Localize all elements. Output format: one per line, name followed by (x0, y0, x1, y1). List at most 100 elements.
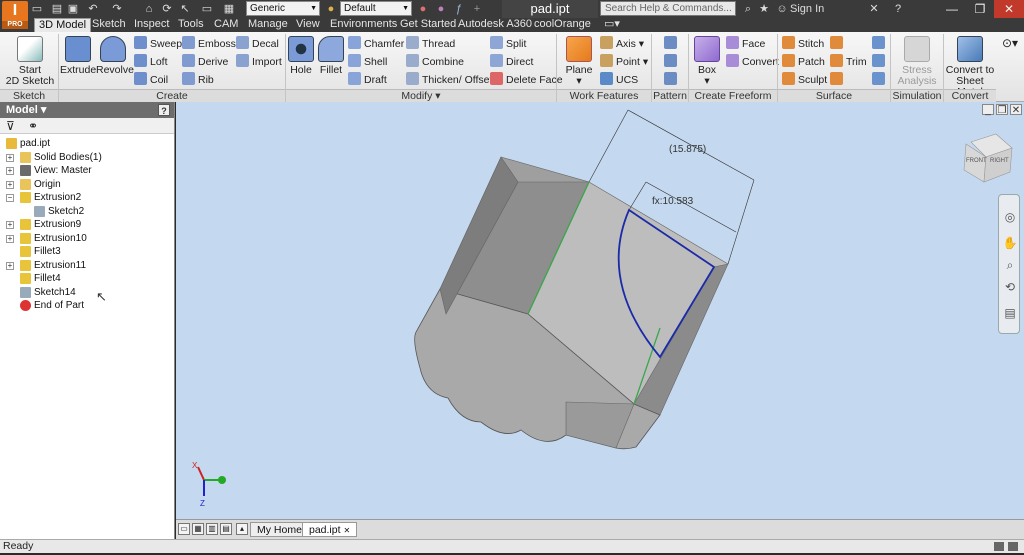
expand-icon[interactable]: + (6, 261, 14, 270)
binoculars-icon[interactable]: ⌕ (740, 1, 756, 17)
axis-button[interactable]: Axis ▾ (600, 36, 644, 51)
user-icon[interactable]: ☺ (774, 1, 790, 17)
ribbon-options-icon[interactable]: ▭▾ (600, 18, 624, 32)
sign-in-link[interactable]: Sign In (790, 2, 824, 16)
graphics-viewport[interactable]: _ ❐ ✕ X Z (15.875) fx:10.583 FRONT RIGHT… (176, 102, 1024, 519)
expand-icon[interactable]: + (6, 180, 14, 189)
start-2d-sketch-button[interactable]: Start 2D Sketch (4, 36, 56, 87)
doc-tab-my-home[interactable]: My Home (250, 522, 309, 537)
tree-item[interactable]: + Extrusion11 (0, 259, 174, 273)
tab-3d-model[interactable]: 3D Model (34, 18, 92, 32)
tab-get-started[interactable]: Get Started (396, 18, 460, 32)
face-button[interactable]: Face (726, 36, 765, 51)
doc-list-icon[interactable]: ▴ (236, 523, 248, 535)
chamfer-button[interactable]: Chamfer (348, 36, 404, 51)
extrude-button[interactable]: Extrude (60, 36, 96, 76)
cascade-icon[interactable]: ▤ (220, 523, 232, 535)
fit-mesh-face-button[interactable] (872, 72, 888, 87)
minimize-button[interactable]: — (938, 0, 966, 18)
tile-vertical-icon[interactable]: ▥ (206, 523, 218, 535)
parameters-icon[interactable]: ƒ (452, 2, 466, 16)
hole-button[interactable]: Hole (288, 36, 314, 76)
collapse-icon[interactable]: − (6, 194, 14, 202)
update-icon[interactable]: ⟳ (160, 2, 174, 16)
tab-coolorange[interactable]: coolOrange (530, 18, 595, 32)
browser-help-icon[interactable]: ? (158, 104, 170, 116)
zoom-icon[interactable]: ⌕ (1002, 257, 1018, 273)
application-menu-button[interactable]: I PRO (2, 1, 28, 29)
ruled-surface-button[interactable] (830, 36, 846, 51)
ucs-button[interactable]: UCS (600, 72, 638, 87)
find-binoculars-icon[interactable]: ⚭ (28, 119, 38, 133)
isolate-icon[interactable]: ▦ (222, 2, 236, 16)
stitch-button[interactable]: Stitch (782, 36, 824, 51)
new-file-icon[interactable]: ▭ (30, 2, 44, 16)
thicken-offset-button[interactable]: Thicken/ Offset (406, 72, 492, 87)
patch-button[interactable]: Patch (782, 54, 825, 69)
filter-icon[interactable]: ⊽ (6, 119, 15, 133)
combine-button[interactable]: Combine (406, 54, 464, 69)
repair-bodies-button[interactable] (872, 54, 888, 69)
expand-icon[interactable]: + (6, 153, 14, 162)
adjust-appearance-icon[interactable]: ● (434, 2, 448, 16)
save-icon[interactable]: ▣ (66, 2, 80, 16)
circular-pattern-button[interactable] (664, 54, 680, 69)
sculpt-button[interactable]: Sculpt (782, 72, 827, 87)
clear-appearance-icon[interactable]: ● (416, 2, 430, 16)
expand-icon[interactable]: + (6, 234, 14, 243)
pan-icon[interactable]: ✋ (1002, 235, 1018, 251)
sweep-button[interactable]: Sweep (134, 36, 182, 51)
home-icon[interactable]: ⌂ (142, 2, 156, 16)
star-icon[interactable]: ★ (756, 1, 772, 17)
redo-icon[interactable]: ↷ (110, 2, 124, 16)
tile-horizontal-icon[interactable]: ▭ (178, 523, 190, 535)
open-file-icon[interactable]: ▤ (50, 2, 64, 16)
emboss-button[interactable]: Emboss (182, 36, 236, 51)
coil-button[interactable]: Coil (134, 72, 168, 87)
select-icon[interactable]: ↖ (178, 2, 192, 16)
appearance-combo[interactable]: Default ▼ (340, 1, 412, 16)
exchange-icon[interactable]: ✕ (866, 1, 882, 17)
derive-button[interactable]: Derive (182, 54, 228, 69)
tab-tools[interactable]: Tools (174, 18, 208, 32)
expand-icon[interactable]: + (6, 167, 14, 175)
tree-item[interactable]: + View: Master (0, 164, 174, 178)
tree-item[interactable]: End of Part (0, 299, 174, 313)
dimension-outer-value[interactable]: (15.875) (669, 144, 706, 155)
doc-tab-pad-ipt[interactable]: pad.ipt ✕ (302, 522, 358, 537)
tree-item[interactable]: Fillet3 (0, 245, 174, 259)
orbit-icon[interactable]: ⟲ (1002, 279, 1018, 295)
help-search-input[interactable]: Search Help & Commands... (600, 1, 736, 16)
tab-manage[interactable]: Manage (244, 18, 292, 32)
convert-freeform-button[interactable]: Convert (726, 54, 779, 69)
tree-item[interactable]: Sketch2 (0, 205, 174, 219)
tab-inspect[interactable]: Inspect (130, 18, 173, 32)
thread-button[interactable]: Thread (406, 36, 455, 51)
expand-icon[interactable]: + (6, 221, 14, 229)
mirror-button[interactable] (664, 72, 680, 87)
restore-button[interactable]: ❐ (966, 0, 994, 18)
tree-item[interactable]: Sketch14 (0, 286, 174, 300)
loft-button[interactable]: Loft (134, 54, 168, 69)
import-button[interactable]: Import (236, 54, 282, 69)
measure-icon[interactable]: ▭ (200, 2, 214, 16)
tab-view[interactable]: View (292, 18, 324, 32)
material-combo[interactable]: Generic ▼ (246, 1, 320, 16)
tree-item[interactable]: − Extrusion2 (0, 191, 174, 205)
close-button[interactable]: ✕ (994, 0, 1024, 18)
tab-sketch[interactable]: Sketch (88, 18, 130, 32)
tab-environments[interactable]: Environments (326, 18, 401, 32)
plane-button[interactable]: Plane ▾ (562, 36, 596, 87)
point-button[interactable]: Point ▾ (600, 54, 648, 69)
direct-button[interactable]: Direct (490, 54, 533, 69)
decal-button[interactable]: Decal (236, 36, 279, 51)
tab-cam[interactable]: CAM (210, 18, 242, 32)
replace-face-button[interactable] (872, 36, 888, 51)
close-icon[interactable]: ✕ (343, 526, 350, 535)
ribbon-overflow-icon[interactable]: ⊙▾ (1002, 36, 1018, 50)
split-button[interactable]: Split (490, 36, 526, 51)
tree-item[interactable]: Fillet4 (0, 272, 174, 286)
steering-wheel-icon[interactable]: ◎ (1002, 209, 1018, 225)
tree-item[interactable]: + Extrusion9 (0, 218, 174, 232)
freeform-box-button[interactable]: Box ▾ (692, 36, 722, 87)
